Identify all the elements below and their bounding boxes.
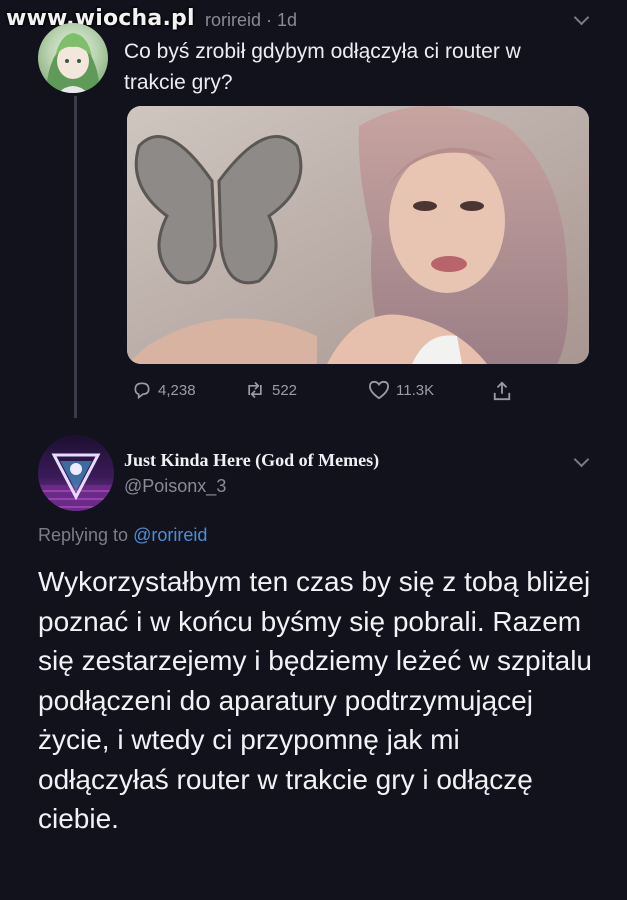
chevron-down-icon[interactable] [573, 9, 590, 26]
tweet-text: Co byś zrobił gdybym odłączyła ci router… [124, 40, 521, 94]
avatar-illustration [46, 33, 100, 93]
reply-icon [134, 382, 150, 400]
like-count: 11.3K [396, 381, 435, 399]
tweet-actions: 4,238 522 11.3K [132, 380, 532, 404]
avatar[interactable] [38, 435, 114, 511]
reply-text: Wykorzystałbym ten czas by się z tobą bl… [38, 566, 592, 834]
retweet-count: 522 [272, 381, 298, 399]
like-icon [368, 380, 390, 400]
avatar-illustration [38, 453, 114, 511]
username[interactable]: rorireid [205, 10, 261, 30]
retweet-action[interactable]: 522 [244, 380, 297, 400]
reply-action[interactable]: 4,238 [132, 380, 196, 400]
handle[interactable]: @Poisonx_3 [124, 476, 226, 497]
watermark: www.wiocha.pl [6, 6, 195, 31]
tweet-photo[interactable] [127, 106, 589, 364]
timestamp[interactable]: 1d [277, 10, 297, 30]
mention-link[interactable]: @rorireid [133, 525, 207, 545]
thread-line [74, 96, 77, 418]
retweet-icon [248, 381, 262, 399]
chevron-down-icon[interactable] [573, 451, 590, 468]
photo-illustration [127, 106, 589, 364]
like-action[interactable]: 11.3K [368, 380, 434, 400]
reply-count: 4,238 [158, 381, 196, 399]
display-name[interactable]: Just Kinda Here (God of Memes) [124, 450, 379, 471]
replying-to: Replying to @rorireid [38, 525, 207, 546]
avatar[interactable] [38, 23, 108, 93]
tweet-meta: rorireid · 1d [205, 10, 298, 30]
share-icon [493, 381, 511, 401]
share-action[interactable] [492, 380, 512, 402]
replying-prefix: Replying to [38, 525, 129, 545]
